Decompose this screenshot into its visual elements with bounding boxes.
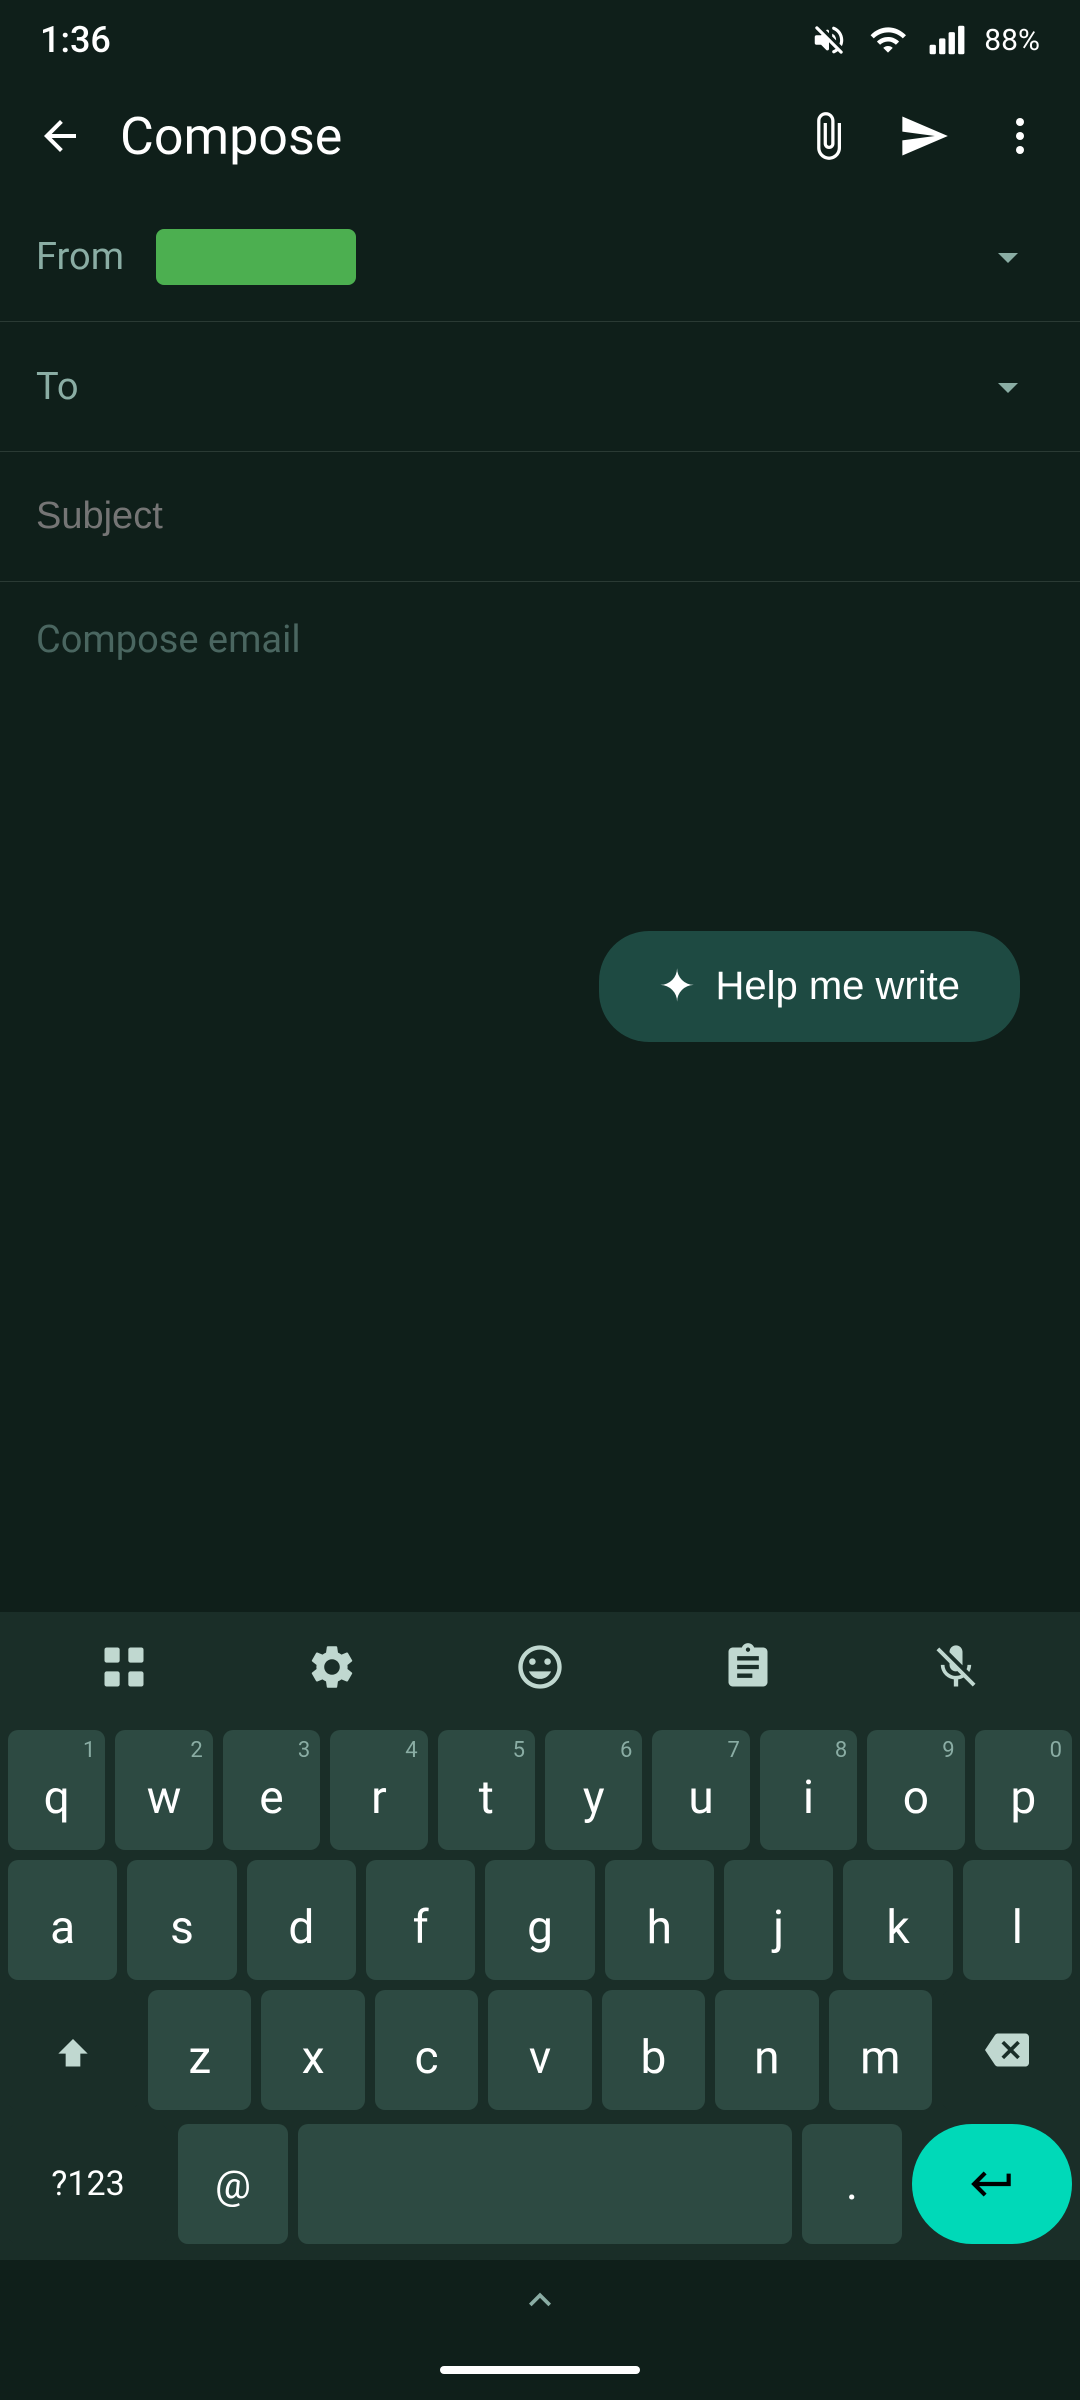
key-y[interactable]: 6 y	[545, 1730, 642, 1850]
key-a[interactable]: a	[8, 1860, 117, 1980]
key-k[interactable]: k	[843, 1860, 952, 1980]
key-g[interactable]: g	[485, 1860, 594, 1980]
keyboard-hide-area	[0, 2260, 1080, 2340]
key-s[interactable]: s	[127, 1860, 236, 1980]
status-bar: 1:36 88%	[0, 0, 1080, 80]
key-x[interactable]: x	[261, 1990, 364, 2110]
key-j[interactable]: j	[724, 1860, 833, 1980]
key-r[interactable]: 4 r	[330, 1730, 427, 1850]
keyboard: 1 q 2 w 3 e 4 r 5 t 6 y	[0, 1612, 1080, 2400]
keyboard-mic-off-button[interactable]	[906, 1627, 1006, 1707]
num-switch-key[interactable]: ?123	[8, 2124, 168, 2244]
key-z[interactable]: z	[148, 1990, 251, 2110]
home-bar	[440, 2366, 640, 2374]
key-f[interactable]: f	[366, 1860, 475, 1980]
help-me-write-button[interactable]: ✦ Help me write	[599, 931, 1020, 1042]
subject-input[interactable]	[36, 495, 1044, 538]
to-expand-button[interactable]	[972, 351, 1044, 423]
toolbar: Compose	[0, 80, 1080, 192]
key-row-3: z x c v b n m	[8, 1990, 1072, 2110]
to-label: To	[36, 365, 156, 409]
key-l[interactable]: l	[963, 1860, 1072, 1980]
to-row[interactable]: To	[0, 322, 1080, 452]
subject-row[interactable]	[0, 452, 1080, 582]
enter-key[interactable]	[912, 2124, 1072, 2244]
key-q[interactable]: 1 q	[8, 1730, 105, 1850]
at-key[interactable]: @	[178, 2124, 288, 2244]
num-switch-label: ?123	[51, 2164, 124, 2204]
keyboard-rows: 1 q 2 w 3 e 4 r 5 t 6 y	[0, 1722, 1080, 2110]
key-e[interactable]: 3 e	[223, 1730, 320, 1850]
key-v[interactable]: v	[488, 1990, 591, 2110]
key-c[interactable]: c	[375, 1990, 478, 2110]
from-label: From	[36, 235, 156, 279]
keyboard-emoji-grid-button[interactable]	[74, 1627, 174, 1707]
compose-form: From To	[0, 192, 1080, 582]
key-p[interactable]: 0 p	[975, 1730, 1072, 1850]
more-options-button[interactable]	[984, 100, 1056, 172]
period-label: .	[846, 2157, 858, 2211]
period-key[interactable]: .	[802, 2124, 902, 2244]
key-w[interactable]: 2 w	[115, 1730, 212, 1850]
keyboard-bottom-row: ?123 @ .	[0, 2120, 1080, 2260]
compose-area-wrapper: Compose email ✦ Help me write	[0, 582, 1080, 1082]
signal-icon	[928, 21, 966, 59]
key-row-2: a s d f g h j k l	[8, 1860, 1072, 1980]
keyboard-clipboard-button[interactable]	[698, 1627, 798, 1707]
battery-text: 88%	[984, 23, 1040, 58]
key-b[interactable]: b	[602, 1990, 705, 2110]
keyboard-emoji-button[interactable]	[490, 1627, 590, 1707]
back-button[interactable]	[24, 100, 96, 172]
mute-icon	[810, 21, 848, 59]
from-value	[156, 229, 972, 285]
help-write-label: Help me write	[715, 964, 960, 1009]
at-label: @	[215, 2161, 251, 2208]
from-account-pill[interactable]	[156, 229, 356, 285]
key-u[interactable]: 7 u	[652, 1730, 749, 1850]
key-o[interactable]: 9 o	[867, 1730, 964, 1850]
attach-button[interactable]	[792, 100, 864, 172]
shift-key[interactable]	[8, 1990, 138, 2110]
key-d[interactable]: d	[247, 1860, 356, 1980]
from-row: From	[0, 192, 1080, 322]
from-expand-button[interactable]	[972, 221, 1044, 293]
keyboard-hide-icon[interactable]	[510, 2278, 570, 2322]
key-n[interactable]: n	[715, 1990, 818, 2110]
backspace-key[interactable]	[942, 1990, 1072, 2110]
wifi-icon	[866, 21, 910, 59]
space-key[interactable]	[298, 2124, 792, 2244]
compose-placeholder: Compose email	[36, 618, 301, 662]
send-button[interactable]	[888, 100, 960, 172]
keyboard-settings-button[interactable]	[282, 1627, 382, 1707]
status-icons: 88%	[810, 21, 1040, 59]
help-write-icon: ✦	[659, 961, 696, 1012]
keyboard-toolbar	[0, 1612, 1080, 1722]
key-t[interactable]: 5 t	[438, 1730, 535, 1850]
key-i[interactable]: 8 i	[760, 1730, 857, 1850]
status-time: 1:36	[40, 19, 111, 61]
key-m[interactable]: m	[829, 1990, 932, 2110]
key-row-1: 1 q 2 w 3 e 4 r 5 t 6 y	[8, 1730, 1072, 1850]
page-title: Compose	[120, 106, 768, 167]
key-h[interactable]: h	[605, 1860, 714, 1980]
